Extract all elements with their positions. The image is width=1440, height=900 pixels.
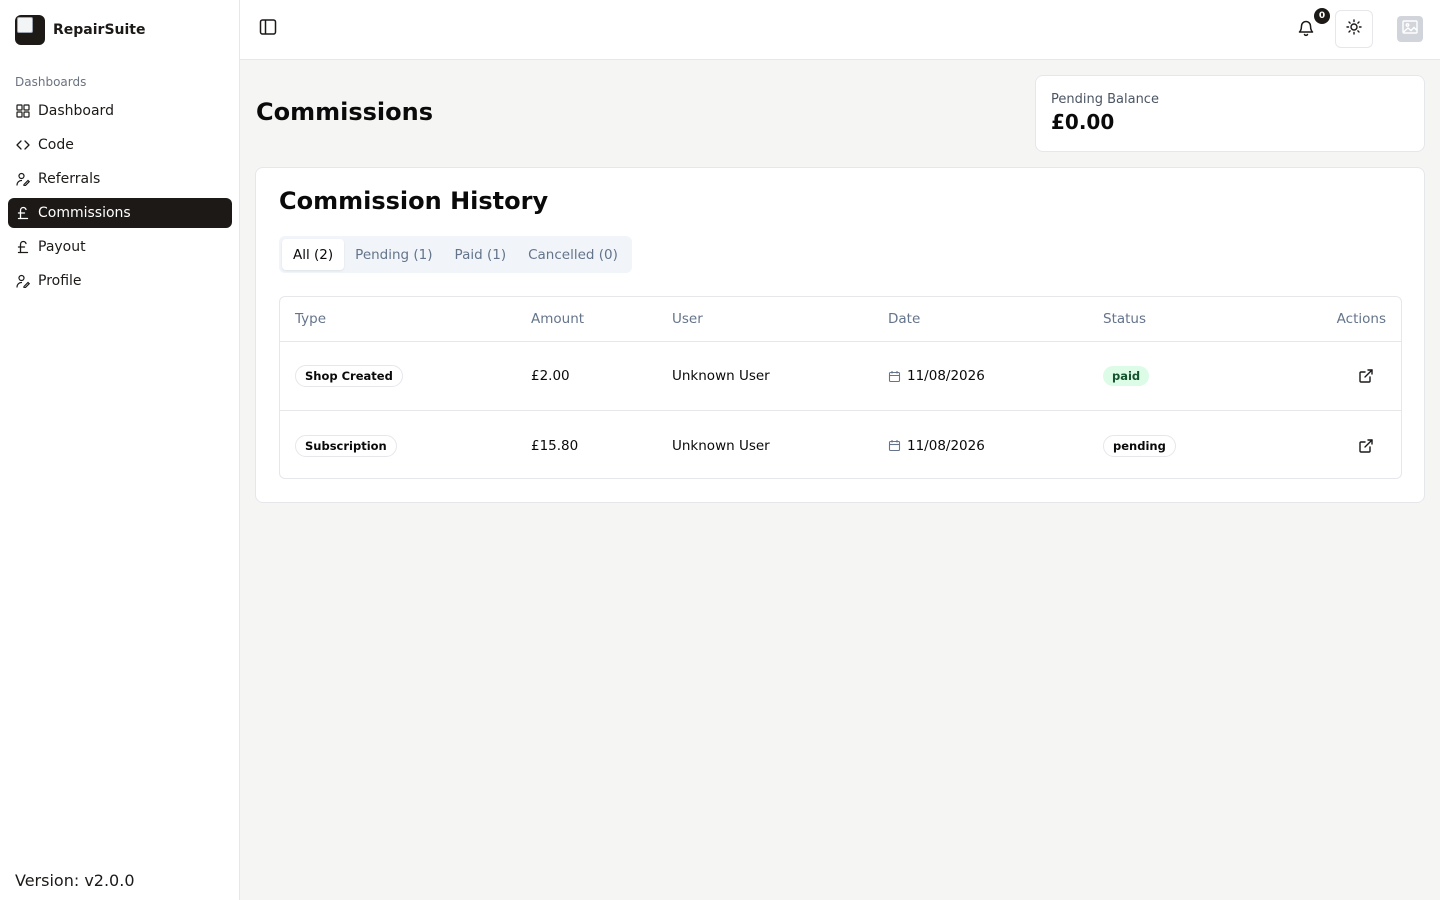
balance-value: £0.00: [1051, 110, 1115, 134]
pending-balance-card: Pending Balance £0.00: [1035, 75, 1425, 152]
panel-left-icon: [259, 18, 277, 40]
nav-group-label: Dashboards: [15, 75, 87, 89]
history-title: Commission History: [279, 187, 549, 215]
balance-label: Pending Balance: [1051, 92, 1159, 107]
sun-icon: [1346, 19, 1362, 39]
pound-icon: [16, 206, 30, 220]
table-header-row: Type Amount User Date Status Actions: [280, 297, 1401, 342]
notifications-button[interactable]: [1294, 18, 1318, 42]
tab-paid[interactable]: Paid (1): [444, 239, 518, 270]
sidebar-item-label: Referrals: [38, 171, 101, 187]
table-row: Subscription £15.80 Unknown User 11/08/2…: [280, 411, 1401, 478]
user-cell: Unknown User: [672, 437, 770, 454]
status-badge: paid: [1103, 366, 1150, 386]
type-badge: Subscription: [295, 434, 397, 457]
page-title: Commissions: [256, 98, 433, 126]
image-placeholder-icon: [1401, 18, 1419, 40]
user-pen-icon: [16, 172, 30, 186]
tab-pending[interactable]: Pending (1): [344, 239, 443, 270]
date-cell: 11/08/2026: [907, 368, 985, 384]
user-pen-icon: [16, 274, 30, 288]
external-link-icon[interactable]: [1358, 368, 1374, 384]
tab-all[interactable]: All (2): [282, 239, 345, 270]
brand[interactable]: RepairSuite: [15, 14, 145, 46]
avatar[interactable]: [1397, 16, 1423, 42]
sidebar-item-label: Payout: [38, 239, 86, 255]
sidebar-item-commissions[interactable]: Commissions: [8, 198, 232, 228]
bell-icon: [1297, 19, 1315, 41]
status-badge: pending: [1103, 434, 1176, 457]
calendar-icon: [888, 370, 901, 383]
sidebar: RepairSuite Dashboards Dashboard Code Re…: [0, 0, 240, 900]
calendar-icon: [888, 439, 901, 452]
type-badge: Shop Created: [295, 365, 403, 387]
amount-cell: £2.00: [531, 368, 570, 384]
sidebar-item-payout[interactable]: Payout: [8, 232, 232, 262]
sidebar-item-referrals[interactable]: Referrals: [8, 164, 232, 194]
column-header-actions: Actions: [1336, 311, 1386, 327]
commissions-table: Type Amount User Date Status Actions Sho…: [279, 296, 1402, 479]
brand-logo: [15, 15, 45, 45]
table-row: Shop Created £2.00 Unknown User 11/08/20…: [280, 342, 1401, 411]
version-label: Version: v2.0.0: [15, 871, 135, 890]
grid-icon: [16, 104, 30, 118]
sidebar-nav: Dashboard Code Referrals Commissions Pay…: [8, 96, 232, 300]
notification-count-badge: 0: [1314, 8, 1330, 24]
sidebar-item-label: Code: [38, 137, 74, 153]
theme-toggle-button[interactable]: [1335, 10, 1373, 48]
sidebar-toggle-button[interactable]: [256, 17, 280, 41]
code-icon: [16, 138, 30, 152]
date-cell: 11/08/2026: [907, 437, 985, 454]
sidebar-item-label: Profile: [38, 273, 82, 289]
top-header: 0: [240, 0, 1440, 60]
pound-icon: [16, 240, 30, 254]
brand-name: RepairSuite: [53, 22, 146, 38]
status-tabs: All (2) Pending (1) Paid (1) Cancelled (…: [279, 236, 632, 273]
column-header-status: Status: [1103, 311, 1147, 327]
amount-cell: £15.80: [531, 437, 579, 454]
external-link-icon[interactable]: [1358, 438, 1374, 454]
sidebar-item-label: Dashboard: [38, 103, 114, 119]
sidebar-item-code[interactable]: Code: [8, 130, 232, 160]
sidebar-item-label: Commissions: [38, 205, 131, 221]
column-header-date: Date: [888, 311, 921, 327]
column-header-type: Type: [295, 311, 327, 327]
column-header-user: User: [672, 311, 703, 327]
sidebar-item-profile[interactable]: Profile: [8, 266, 232, 296]
tab-cancelled[interactable]: Cancelled (0): [517, 239, 629, 270]
column-header-amount: Amount: [531, 311, 585, 327]
user-cell: Unknown User: [672, 368, 770, 384]
commission-history-card: Commission History All (2) Pending (1) P…: [255, 167, 1425, 503]
sidebar-item-dashboard[interactable]: Dashboard: [8, 96, 232, 126]
